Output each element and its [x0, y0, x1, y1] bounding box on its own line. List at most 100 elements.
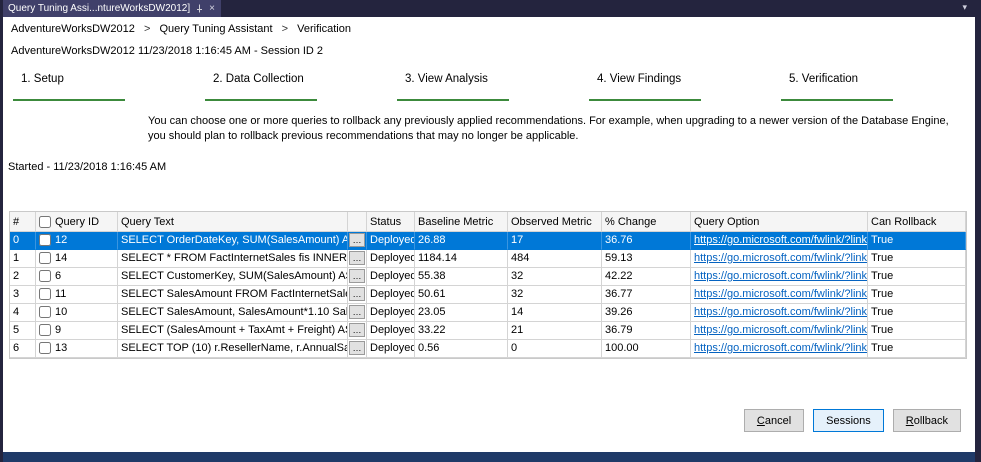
row-expand-cell: … — [348, 339, 367, 358]
query-text-expand-button[interactable]: … — [349, 287, 365, 302]
row-observed-metric: 32 — [508, 267, 602, 286]
query-text-expand-button[interactable]: … — [349, 233, 365, 248]
row-query-id: 10 — [36, 303, 118, 322]
query-option-link[interactable]: https://go.microsoft.com/fwlink/?linkid=… — [694, 306, 867, 318]
col-header-expand — [348, 211, 367, 232]
row-can-rollback: True — [868, 339, 966, 358]
row-status: Deployed — [367, 285, 415, 304]
col-header-index[interactable]: # — [10, 211, 36, 232]
select-all-checkbox[interactable] — [39, 216, 51, 229]
col-header-query-text[interactable]: Query Text — [118, 211, 348, 232]
row-baseline-metric: 1184.14 — [415, 249, 508, 268]
row-query-option: https://go.microsoft.com/fwlink/?linkid=… — [691, 339, 868, 358]
row-pct-change: 100.00 — [602, 339, 691, 358]
table-row[interactable]: 2 6 SELECT CustomerKey, SUM(SalesAmount) A… — [10, 267, 966, 286]
breadcrumb: AdventureWorksDW2012 > Query Tuning Assi… — [3, 17, 975, 35]
table-row[interactable]: 0 12 SELECT OrderDateKey, SUM(SalesAmount)… — [10, 231, 966, 250]
query-option-link[interactable]: https://go.microsoft.com/fwlink/?linkid=… — [694, 270, 867, 282]
query-option-link[interactable]: https://go.microsoft.com/fwlink/?linkid=… — [694, 234, 867, 246]
col-header-pct-change[interactable]: % Change — [602, 211, 691, 232]
wizard-step-view-findings[interactable]: 4. View Findings — [589, 73, 781, 101]
footer-buttons: Cancel Sessions Rollback — [743, 409, 961, 432]
row-query-option: https://go.microsoft.com/fwlink/?linkid=… — [691, 321, 868, 340]
query-option-link[interactable]: https://go.microsoft.com/fwlink/?linkid=… — [694, 288, 867, 300]
breadcrumb-item-verification[interactable]: Verification — [297, 23, 351, 35]
table-row[interactable]: 3 11 SELECT SalesAmount FROM FactInternetS… — [10, 285, 966, 304]
session-title: AdventureWorksDW2012 11/23/2018 1:16:45 … — [11, 45, 324, 57]
query-option-link[interactable]: https://go.microsoft.com/fwlink/?linkid=… — [694, 342, 867, 354]
row-expand-cell: … — [348, 285, 367, 304]
grid-body: 0 12 SELECT OrderDateKey, SUM(SalesAmount)… — [10, 231, 966, 358]
step-label: 5. Verification — [789, 73, 859, 85]
query-text-expand-button[interactable]: … — [349, 341, 365, 356]
row-checkbox[interactable] — [39, 288, 51, 301]
row-status: Deployed — [367, 249, 415, 268]
row-can-rollback: True — [868, 285, 966, 304]
breadcrumb-separator: > — [281, 23, 289, 35]
wizard-step-verification[interactable]: 5. Verification — [781, 73, 973, 101]
wizard-step-data-collection[interactable]: 2. Data Collection — [205, 73, 397, 101]
breadcrumb-item-database[interactable]: AdventureWorksDW2012 — [11, 23, 135, 35]
wizard-steps: 1. Setup 2. Data Collection 3. View Anal… — [13, 73, 975, 101]
row-observed-metric: 0 — [508, 339, 602, 358]
query-text-expand-button[interactable]: … — [349, 305, 365, 320]
close-icon[interactable]: × — [209, 3, 215, 14]
col-header-status[interactable]: Status — [367, 211, 415, 232]
row-query-option: https://go.microsoft.com/fwlink/?linkid=… — [691, 249, 868, 268]
grid-header: # Query ID Query Text Status Baseline Me… — [10, 211, 966, 232]
col-header-query-option[interactable]: Query Option — [691, 211, 868, 232]
row-can-rollback: True — [868, 303, 966, 322]
row-can-rollback: True — [868, 267, 966, 286]
document-tab-bar: Query Tuning Assi...ntureWorksDW2012] × … — [3, 0, 975, 17]
row-query-text: SELECT * FROM FactInternetSales fis INNE… — [118, 249, 348, 268]
row-checkbox[interactable] — [39, 252, 51, 265]
wizard-step-view-analysis[interactable]: 3. View Analysis — [397, 73, 589, 101]
row-observed-metric: 32 — [508, 285, 602, 304]
document-tab[interactable]: Query Tuning Assi...ntureWorksDW2012] × — [3, 0, 221, 17]
step-underline — [589, 99, 701, 101]
wizard-step-setup[interactable]: 1. Setup — [13, 73, 205, 101]
row-pct-change: 36.77 — [602, 285, 691, 304]
row-checkbox[interactable] — [39, 234, 51, 247]
table-row[interactable]: 6 13 SELECT TOP (10) r.ResellerName, r.Ann… — [10, 339, 966, 358]
row-observed-metric: 14 — [508, 303, 602, 322]
col-header-baseline-metric[interactable]: Baseline Metric — [415, 211, 508, 232]
query-text-expand-button[interactable]: … — [349, 269, 365, 284]
breadcrumb-item-assistant[interactable]: Query Tuning Assistant — [159, 23, 272, 35]
row-query-text: SELECT SalesAmount FROM FactInternetSale… — [118, 285, 348, 304]
row-observed-metric: 17 — [508, 231, 602, 250]
table-row[interactable]: 5 9 SELECT (SalesAmount + TaxAmt + Freight… — [10, 321, 966, 340]
row-observed-metric: 484 — [508, 249, 602, 268]
query-text-expand-button[interactable]: … — [349, 251, 365, 266]
row-index: 4 — [10, 303, 36, 322]
document-tab-label: Query Tuning Assi...ntureWorksDW2012] — [8, 3, 191, 14]
col-header-observed-metric[interactable]: Observed Metric — [508, 211, 602, 232]
tab-bar-spacer — [221, 0, 963, 17]
sessions-button[interactable]: Sessions — [813, 409, 884, 432]
row-query-id: 12 — [36, 231, 118, 250]
row-checkbox[interactable] — [39, 342, 51, 355]
row-query-text: SELECT SalesAmount, SalesAmount*1.10 Sal… — [118, 303, 348, 322]
rollback-button[interactable]: Rollback — [892, 409, 961, 432]
row-baseline-metric: 23.05 — [415, 303, 508, 322]
row-index: 1 — [10, 249, 36, 268]
query-option-link[interactable]: https://go.microsoft.com/fwlink/?linkid=… — [694, 252, 867, 264]
row-checkbox[interactable] — [39, 324, 51, 337]
col-header-query-id[interactable]: Query ID — [36, 211, 118, 232]
row-baseline-metric: 33.22 — [415, 321, 508, 340]
col-header-can-rollback[interactable]: Can Rollback — [868, 211, 966, 232]
query-text-expand-button[interactable]: … — [349, 323, 365, 338]
row-checkbox[interactable] — [39, 270, 51, 283]
table-row[interactable]: 1 14 SELECT * FROM FactInternetSales fis I… — [10, 249, 966, 268]
query-option-link[interactable]: https://go.microsoft.com/fwlink/?linkid=… — [694, 324, 867, 336]
row-checkbox[interactable] — [39, 306, 51, 319]
chevron-down-icon[interactable]: ▾ — [962, 0, 975, 17]
row-expand-cell: … — [348, 267, 367, 286]
row-query-id: 6 — [36, 267, 118, 286]
cancel-button[interactable]: Cancel — [743, 409, 805, 432]
row-query-id: 14 — [36, 249, 118, 268]
step-underline — [781, 99, 893, 101]
row-baseline-metric: 26.88 — [415, 231, 508, 250]
pin-icon[interactable] — [195, 4, 204, 13]
table-row[interactable]: 4 10 SELECT SalesAmount, SalesAmount*1.10 … — [10, 303, 966, 322]
